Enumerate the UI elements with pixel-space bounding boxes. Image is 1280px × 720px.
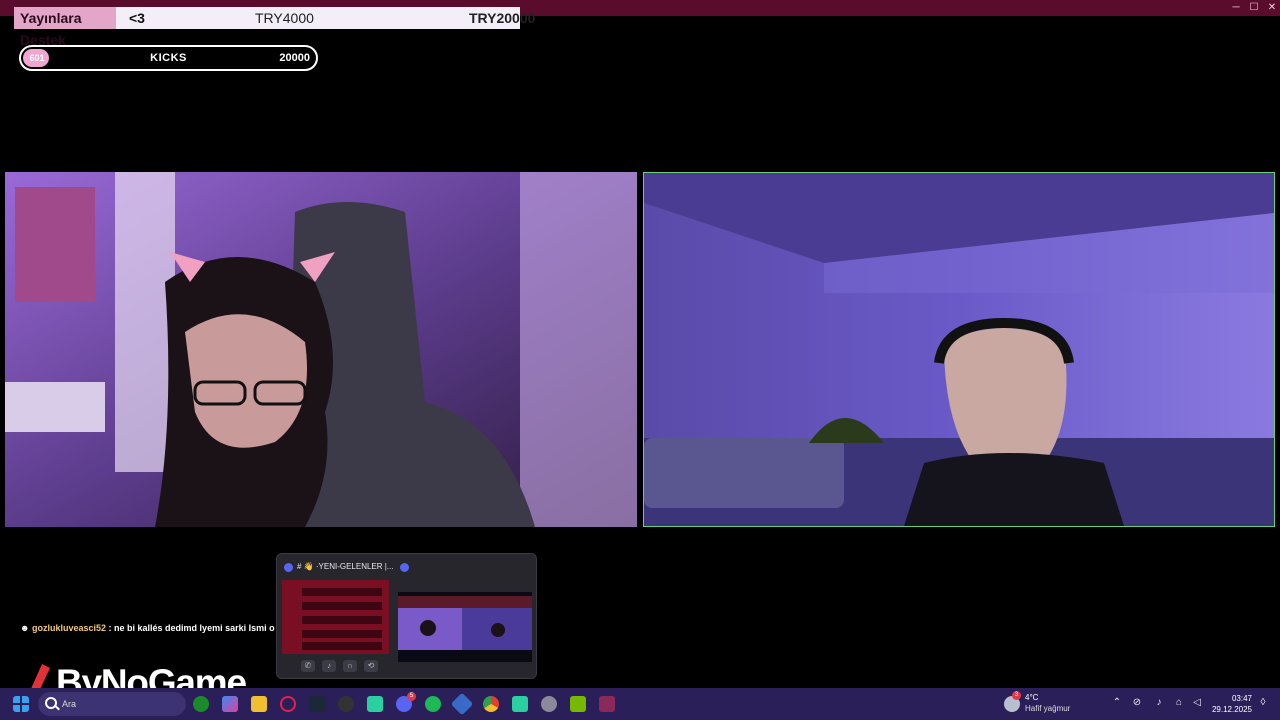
settings-gear-icon[interactable]	[541, 696, 557, 712]
obs-icon[interactable]	[338, 696, 354, 712]
app-blue-icon[interactable]	[450, 692, 474, 716]
clock-time: 03:47	[1231, 694, 1252, 703]
preview-thumbnail-video[interactable]	[398, 592, 532, 662]
windows-start-icon[interactable]	[13, 696, 29, 712]
search-placeholder: Ara	[62, 699, 77, 709]
donation-label: Yayınlara Destek	[14, 7, 116, 48]
microphone-icon[interactable]: ♪	[1153, 697, 1165, 709]
preview-thumbnail-channel[interactable]	[282, 580, 389, 654]
donation-current: TRY4000	[255, 10, 314, 26]
spotify-icon[interactable]	[425, 696, 441, 712]
weather-description: Hafif yağmur	[1025, 704, 1071, 713]
chat-text: ne bi kallés dedimd lyemi sarki Ismi o	[114, 623, 275, 633]
app-green-icon[interactable]	[367, 696, 383, 712]
discord-mini-icon	[284, 563, 293, 572]
chat-user-icon: ☻	[20, 623, 32, 633]
donation-goal: TRY20000	[469, 10, 536, 26]
kicks-goal: 20000	[279, 52, 310, 64]
preview-settings-button[interactable]: ⟲	[364, 660, 378, 672]
steam-icon[interactable]	[309, 696, 325, 712]
file-explorer-icon[interactable]	[251, 696, 267, 712]
close-button[interactable]: ✕	[1262, 1, 1280, 15]
opera-icon[interactable]	[280, 696, 296, 712]
kicks-goal-bar: 601 KICKS 20000	[19, 45, 318, 71]
preview-window-title: # 👋 ·YENI-GELENLER |...	[297, 562, 394, 571]
preview-mic-button[interactable]: ♪	[322, 660, 336, 672]
preview-hangup-button[interactable]: ✆	[301, 660, 315, 672]
chat-message: ☻ gozlukluveasci52 : ne bi kallés dedimd…	[20, 622, 275, 634]
weather-badge: 3	[1012, 691, 1021, 700]
webcam-left	[5, 172, 637, 527]
windows-taskbar: Ara 5 ⌃ ⊘ ♪ ⌂ ◁ ◊	[0, 688, 1280, 720]
nvidia-icon[interactable]	[570, 696, 586, 712]
discord-badge: 5	[407, 692, 416, 701]
minimize-button[interactable]: ─	[1226, 1, 1246, 15]
app-teal-icon[interactable]	[512, 696, 528, 712]
donation-goal-bar: Yayınlara Destek <3 TRY4000 TRY20000	[14, 7, 535, 48]
taskbar-search-box[interactable]: Ara	[38, 692, 186, 716]
chrome-icon[interactable]	[483, 696, 499, 712]
clock-date: 29.12.2025	[1211, 705, 1252, 714]
maximize-button[interactable]: ☐	[1244, 1, 1264, 15]
discord-mini-icon-2	[400, 563, 409, 572]
chat-separator: :	[106, 623, 115, 633]
notification-bell-icon[interactable]: ◊	[1257, 697, 1269, 709]
tray-hidden-icon[interactable]: ⊘	[1131, 697, 1143, 709]
taskbar-clock[interactable]: 03:47 29.12.2025	[1200, 693, 1252, 715]
discord-taskbar-preview[interactable]: # 👋 ·YENI-GELENLER |... ✆ ♪ ∩ ⟲	[276, 553, 537, 679]
webcam-right	[643, 172, 1275, 527]
weather-temperature: 4°C	[1025, 693, 1039, 702]
copilot-icon[interactable]	[222, 696, 238, 712]
xbox-icon[interactable]	[193, 696, 209, 712]
kicks-label: KICKS	[150, 52, 187, 64]
chat-username: gozlukluveasci52	[31, 623, 107, 633]
donation-heart: <3	[129, 10, 145, 26]
winrar-icon[interactable]	[599, 696, 615, 712]
network-icon[interactable]: ⌂	[1173, 697, 1185, 709]
tray-overflow-chevron-icon[interactable]: ⌃	[1111, 697, 1123, 709]
search-icon	[45, 697, 57, 709]
preview-headset-button[interactable]: ∩	[343, 660, 357, 672]
